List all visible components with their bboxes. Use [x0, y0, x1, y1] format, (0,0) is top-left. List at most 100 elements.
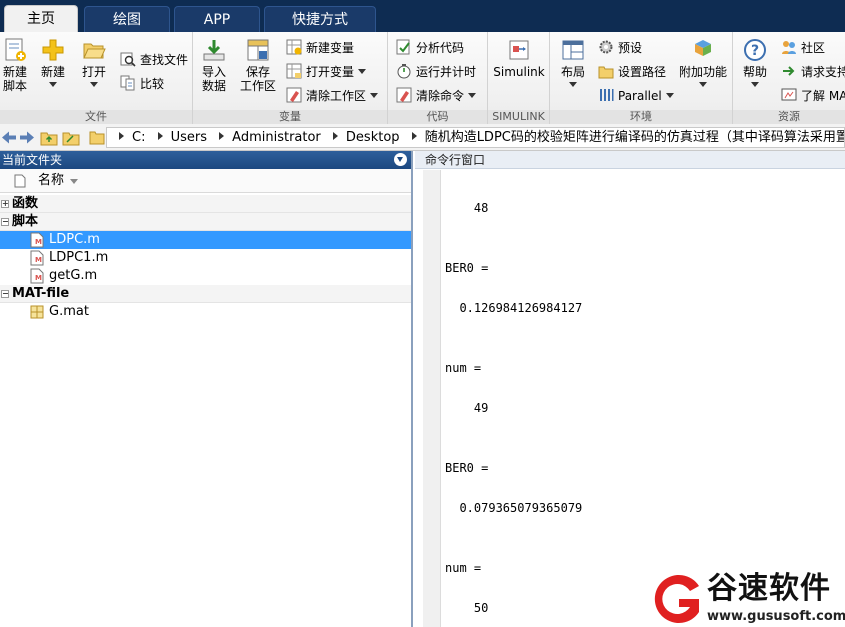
path-breadcrumb[interactable]: C: Users Administrator Desktop 随机构造LDPC码… [106, 127, 845, 148]
collapse-icon[interactable]: − [1, 290, 9, 298]
svg-text:M: M [35, 256, 42, 264]
collapse-icon[interactable]: − [1, 218, 9, 226]
simulink-button[interactable]: Simulink [492, 38, 546, 79]
new-variable-button[interactable]: 新建变量 [286, 38, 354, 58]
add-ons-icon [695, 40, 711, 56]
tab-apps[interactable]: APP [174, 6, 260, 33]
sort-arrow-icon[interactable] [70, 179, 78, 184]
clear-workspace-button[interactable]: 清除工作区 [286, 86, 379, 106]
community-button[interactable]: 社区 [781, 38, 825, 58]
output-line: num = [445, 561, 482, 575]
output-line: num = [445, 361, 482, 375]
command-window-gutter [423, 170, 441, 627]
environment-group: 布局 预设 设置路径 Parallel 附加功能 环境 [550, 32, 733, 124]
panel-menu-icon[interactable] [394, 153, 407, 166]
file-row[interactable]: M LDPC1.m [0, 249, 411, 267]
community-icon [782, 41, 796, 54]
chevron-down-icon [751, 82, 759, 87]
open-variable-button[interactable]: 打开变量 [286, 62, 367, 82]
group-row-mat-files[interactable]: − MAT-file [0, 285, 411, 303]
address-bar: C: Users Administrator Desktop 随机构造LDPC码… [0, 124, 845, 151]
analyze-code-button[interactable]: 分析代码 [396, 38, 464, 58]
chevron-down-icon [358, 69, 367, 74]
folder-open-icon [83, 43, 106, 59]
name-column-header[interactable]: 名称 [38, 169, 64, 193]
help-button[interactable]: ? 帮助 [739, 38, 771, 87]
file-row[interactable]: M getG.m [0, 267, 411, 285]
new-script-button[interactable]: 新建 脚本 [1, 38, 29, 93]
svg-text:M: M [35, 274, 42, 282]
chevron-down-icon [699, 82, 707, 87]
resources-group: ? 帮助 社区 请求支持 了解 MA 资源 [733, 32, 845, 124]
new-variable-icon [286, 39, 302, 55]
file-group-label: 文件 [0, 110, 192, 124]
request-support-icon [783, 66, 795, 76]
compare-icon [120, 75, 135, 91]
learn-matlab-icon [781, 88, 797, 101]
breadcrumb-drive[interactable]: C: [132, 130, 145, 145]
find-files-button[interactable]: 查找文件 [120, 50, 188, 70]
svg-text:?: ? [751, 43, 759, 59]
file-type-column-icon [14, 174, 26, 188]
code-group-label: 代码 [388, 110, 487, 124]
output-line: 48 [445, 201, 489, 215]
open-button[interactable]: 打开 [79, 38, 109, 87]
breadcrumb-users[interactable]: Users [171, 130, 207, 145]
resources-group-label: 资源 [733, 110, 845, 124]
parallel-button[interactable]: Parallel [598, 86, 674, 106]
back-arrow-icon[interactable] [0, 129, 18, 146]
watermark-brand: 谷速软件 [707, 571, 831, 606]
simulink-group-label: SIMULINK [488, 110, 549, 124]
layout-button[interactable]: 布局 [556, 38, 590, 87]
file-row[interactable]: M LDPC.m [0, 231, 411, 249]
find-files-icon [120, 52, 136, 67]
watermark-url: www.gususoft.com [707, 609, 845, 624]
file-group: 新建 脚本 新建 打开 查找文件 比较 文件 [0, 32, 193, 124]
group-row-functions[interactable]: + 函数 [0, 195, 411, 213]
current-folder-title: 当前文件夹 [2, 153, 63, 167]
forward-arrow-icon[interactable] [18, 129, 36, 146]
breadcrumb-administrator[interactable]: Administrator [232, 130, 321, 145]
set-path-icon [598, 66, 614, 79]
environment-group-label: 环境 [550, 110, 732, 124]
chevron-down-icon [665, 93, 674, 98]
breadcrumb-separator-icon [119, 132, 124, 140]
import-data-button[interactable]: 导入 数据 [199, 38, 229, 93]
new-button[interactable]: 新建 [38, 38, 68, 87]
tab-shortcuts[interactable]: 快捷方式 [264, 6, 376, 33]
request-support-button[interactable]: 请求支持 [781, 62, 845, 82]
tab-plots[interactable]: 绘图 [84, 6, 170, 33]
compare-button[interactable]: 比较 [120, 74, 164, 94]
gususoft-logo-icon [654, 575, 699, 623]
breadcrumb-desktop[interactable]: Desktop [346, 130, 400, 145]
command-window[interactable]: 命令行窗口 48 BER0 = 0.126984126984127 num = … [415, 151, 845, 627]
command-window-title: 命令行窗口 [415, 151, 845, 169]
breadcrumb-project-folder[interactable]: 随机构造LDPC码的校验矩阵进行编译码的仿真过程（其中译码算法采用置信传播算法） [425, 130, 844, 145]
clear-workspace-icon [286, 87, 302, 103]
preferences-button[interactable]: 预设 [598, 38, 642, 58]
tab-home[interactable]: 主页 [4, 5, 78, 33]
analyze-code-icon [396, 39, 410, 55]
gear-icon [599, 40, 613, 54]
current-folder-panel: 当前文件夹 名称 + 函数 − 脚本 M LDPC.m M LDPC1.m M … [0, 151, 413, 627]
stopwatch-icon [397, 64, 411, 79]
clear-commands-button[interactable]: 清除命令 [396, 86, 477, 106]
simulink-group: Simulink SIMULINK [488, 32, 550, 124]
expand-icon[interactable]: + [1, 200, 9, 208]
m-file-icon: M [30, 232, 44, 248]
file-row[interactable]: G.mat [0, 303, 411, 321]
output-line: BER0 = [445, 461, 489, 475]
run-and-time-button[interactable]: 运行并计时 [396, 62, 476, 82]
m-file-icon: M [30, 250, 44, 266]
mat-file-icon [30, 305, 44, 319]
save-workspace-button[interactable]: 保存 工作区 [239, 38, 277, 93]
browse-folder-icon[interactable] [62, 129, 80, 146]
new-script-icon [5, 38, 26, 61]
group-row-scripts[interactable]: − 脚本 [0, 213, 411, 231]
set-path-button[interactable]: 设置路径 [598, 62, 666, 82]
up-folder-icon[interactable] [40, 129, 58, 146]
add-ons-button[interactable]: 附加功能 [678, 38, 728, 87]
output-line: 0.126984126984127 [445, 301, 583, 315]
learn-matlab-button[interactable]: 了解 MA [781, 86, 845, 106]
breadcrumb-separator-icon [332, 132, 338, 140]
